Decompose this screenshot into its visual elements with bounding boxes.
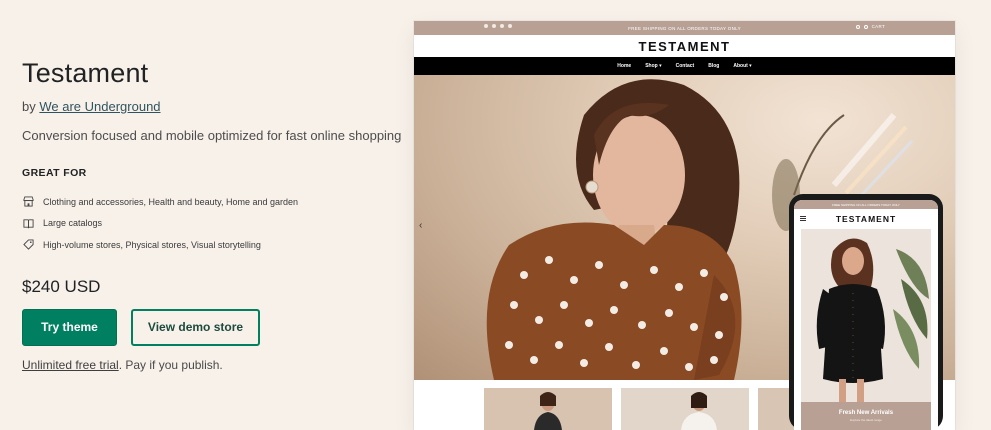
mobile-hero-image: Fresh New Arrivals Explore the latest ra… [801,229,931,430]
pinterest-icon [508,24,512,28]
mobile-banner-title: Fresh New Arrivals [838,410,894,416]
preview-nav-home: Home [617,63,632,69]
feature-item: High-volume stores, Physical stores, Vis… [22,234,402,256]
cart-label: CART [871,24,885,29]
search-icon [855,24,860,29]
social-icons [484,24,512,28]
preview-announcement-text: FREE SHIPPING ON ALL ORDERS TODAY ONLY [628,25,741,31]
instagram-icon [492,24,496,28]
tag-icon [22,239,34,251]
free-trial-link[interactable]: Unlimited free trial [22,358,119,372]
mobile-banner: Fresh New Arrivals Explore the latest ra… [801,402,931,430]
view-demo-store-button[interactable]: View demo store [131,308,260,346]
theme-tagline: Conversion focused and mobile optimized … [22,128,402,143]
mobile-banner-subtitle: Explore the latest range [850,418,882,422]
action-buttons: Try theme View demo store [22,308,402,346]
feature-text: Clothing and accessories, Health and bea… [43,196,298,207]
theme-title: Testament [22,58,149,88]
feature-item: Large catalogs [22,213,402,235]
try-theme-button[interactable]: Try theme [22,308,117,346]
preview-nav-about: About ▾ [733,63,752,69]
facebook-icon [484,24,488,28]
preview-nav-shop: Shop ▾ [645,63,662,69]
hero-prev-arrow: ‹ [419,220,423,231]
feature-list: Clothing and accessories, Health and bea… [22,191,402,256]
byline-prefix: by [22,99,36,114]
twitter-icon [500,24,504,28]
preview-nav-blog: Blog [708,63,720,69]
mobile-preview: FREE SHIPPING ON ALL ORDERS TODAY ONLY T… [789,194,943,430]
preview-nav: Home Shop ▾ Contact Blog About ▾ [414,57,955,75]
great-for-heading: GREAT FOR [22,167,87,179]
product-thumb [484,388,612,430]
preview-nav-contact: Contact [675,63,695,69]
trial-suffix: . Pay if you publish. [118,357,223,372]
theme-info-panel: Testament by We are Underground Conversi… [22,58,402,372]
feature-item: Clothing and accessories, Health and bea… [22,191,402,213]
hamburger-menu-icon [800,216,806,221]
theme-price: $240 USD [22,276,101,296]
theme-byline: by We are Underground [22,99,402,114]
mobile-model-illustration [801,229,931,430]
feature-text: High-volume stores, Physical stores, Vis… [43,239,261,250]
product-thumb [621,388,749,430]
trial-note: Unlimited free trial. Pay if you publish… [22,358,402,372]
mobile-screen: FREE SHIPPING ON ALL ORDERS TODAY ONLY T… [794,200,938,430]
preview-header-actions: CART [855,24,885,29]
feature-text: Large catalogs [43,218,103,229]
mobile-announcement-bar: FREE SHIPPING ON ALL ORDERS TODAY ONLY [794,200,938,209]
book-icon [22,217,34,229]
thumb-model-illustration [621,388,749,430]
mobile-logo: TESTAMENT [835,214,897,224]
mobile-header: TESTAMENT [794,209,938,229]
store-icon [22,196,34,208]
thumb-model-illustration [484,388,612,430]
developer-link[interactable]: We are Underground [39,99,160,114]
preview-logo: TESTAMENT [638,38,731,54]
account-icon [863,24,868,29]
preview-announcement-bar: FREE SHIPPING ON ALL ORDERS TODAY ONLY C… [414,21,955,35]
